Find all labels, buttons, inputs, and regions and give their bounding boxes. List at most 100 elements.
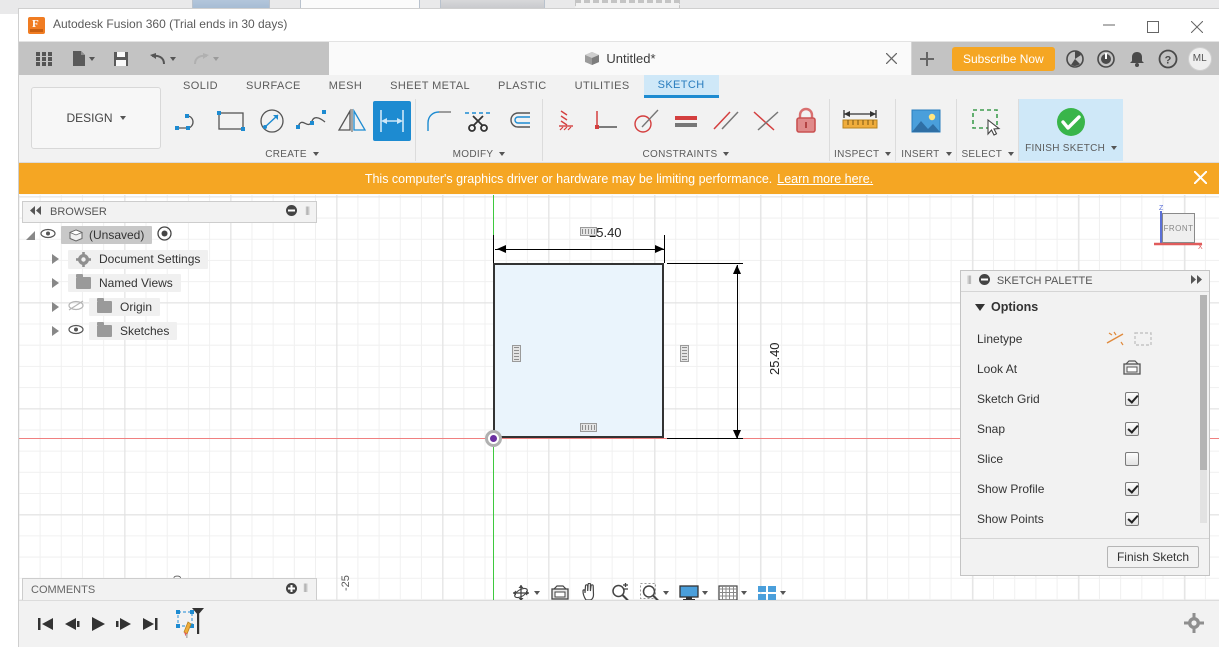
- close-button[interactable]: [1175, 9, 1219, 41]
- measure-tool-button[interactable]: [834, 101, 886, 141]
- panel-insert-label-row[interactable]: INSERT: [900, 147, 952, 161]
- timeline-go-to-end-button[interactable]: [137, 611, 163, 637]
- equal-constraint-button[interactable]: [667, 101, 705, 141]
- mirror-tool-button[interactable]: [333, 101, 371, 141]
- vertical-constraint-glyph[interactable]: [680, 345, 689, 362]
- coincident-constraint-button[interactable]: [587, 101, 625, 141]
- tree-node-sketches[interactable]: Sketches: [89, 322, 178, 340]
- panel-constraints-label-row[interactable]: CONSTRAINTS: [547, 147, 825, 161]
- minimize-button[interactable]: [1087, 9, 1131, 41]
- tab-utilities[interactable]: UTILITIES: [561, 76, 644, 96]
- document-tab-close-button[interactable]: [885, 51, 898, 69]
- circle-tool-button[interactable]: [253, 101, 291, 141]
- perpendicular-constraint-button[interactable]: [747, 101, 785, 141]
- browser-resize-handle[interactable]: ⦀: [305, 206, 310, 219]
- tree-row-document-settings[interactable]: Document Settings: [22, 247, 317, 271]
- panel-finish-sketch-label-row[interactable]: FINISH SKETCH: [1025, 141, 1118, 155]
- horizontal-vertical-constraint-button[interactable]: [547, 101, 585, 141]
- tab-mesh[interactable]: MESH: [315, 76, 376, 96]
- comments-resize-handle[interactable]: ⦀: [303, 583, 308, 596]
- finish-sketch-button[interactable]: FINISH SKETCH: [1019, 99, 1124, 161]
- look-at-icon[interactable]: [1123, 359, 1141, 376]
- vertical-constraint-glyph[interactable]: [512, 345, 521, 362]
- browser-collapse-icon[interactable]: [29, 206, 42, 218]
- undo-button[interactable]: [146, 46, 179, 72]
- parallel-constraint-button[interactable]: [707, 101, 745, 141]
- maximize-button[interactable]: [1131, 9, 1175, 41]
- options-section-header[interactable]: Options: [961, 300, 1209, 324]
- insert-image-button[interactable]: [900, 101, 952, 141]
- tangent-constraint-button[interactable]: [627, 101, 665, 141]
- palette-drag-handle[interactable]: ⦀: [967, 275, 972, 288]
- help-icon[interactable]: ?: [1157, 48, 1179, 70]
- option-show-profile[interactable]: Show Profile: [961, 474, 1209, 504]
- browser-minimize-icon[interactable]: [286, 205, 298, 219]
- job-status-icon[interactable]: [1095, 48, 1117, 70]
- fix-unfix-constraint-button[interactable]: [787, 101, 825, 141]
- tree-row-origin[interactable]: Origin: [22, 295, 317, 319]
- option-look-at[interactable]: Look At: [961, 354, 1209, 384]
- expand-arrow-icon[interactable]: [26, 230, 35, 240]
- visibility-eye-hidden-icon[interactable]: [68, 300, 84, 314]
- origin-point[interactable]: [485, 430, 502, 447]
- warning-close-button[interactable]: [1193, 170, 1208, 187]
- document-tab[interactable]: Untitled*: [329, 42, 912, 75]
- line-tool-button[interactable]: [173, 101, 211, 141]
- activate-component-icon[interactable]: [157, 226, 173, 244]
- panel-create-label-row[interactable]: CREATE: [173, 147, 411, 161]
- spline-tool-button[interactable]: [293, 101, 331, 141]
- timeline-step-back-button[interactable]: [59, 611, 85, 637]
- show-points-checkbox[interactable]: [1125, 512, 1139, 526]
- palette-scrollbar[interactable]: [1200, 295, 1207, 523]
- timeline-play-button[interactable]: [85, 611, 111, 637]
- palette-collapse-icon[interactable]: [1190, 275, 1203, 287]
- tree-node-document-settings[interactable]: Document Settings: [68, 249, 209, 269]
- option-sketch-grid[interactable]: Sketch Grid: [961, 384, 1209, 414]
- snap-checkbox[interactable]: [1125, 422, 1139, 436]
- tree-row-sketches[interactable]: Sketches: [22, 319, 317, 343]
- timeline-settings-button[interactable]: [1184, 613, 1204, 638]
- panel-select-label-row[interactable]: SELECT: [961, 147, 1015, 161]
- horizontal-constraint-glyph[interactable]: [580, 423, 597, 432]
- tab-solid[interactable]: SOLID: [169, 76, 232, 96]
- expand-arrow-icon[interactable]: [52, 254, 59, 264]
- horizontal-constraint-glyph[interactable]: [580, 227, 597, 236]
- expand-arrow-icon[interactable]: [52, 302, 59, 312]
- timeline-feature-sketch[interactable]: [175, 606, 209, 643]
- option-snap[interactable]: Snap: [961, 414, 1209, 444]
- tab-sheet-metal[interactable]: SHEET METAL: [376, 76, 484, 96]
- tree-node-unsaved[interactable]: (Unsaved): [61, 226, 153, 244]
- show-profile-checkbox[interactable]: [1125, 482, 1139, 496]
- option-show-points[interactable]: Show Points: [961, 504, 1209, 534]
- warning-learn-more-link[interactable]: Learn more here.: [777, 172, 873, 186]
- tree-node-named-views[interactable]: Named Views: [68, 274, 181, 292]
- construction-linetype-icon[interactable]: [1133, 330, 1153, 348]
- add-comment-icon[interactable]: [286, 582, 298, 597]
- file-menu-button[interactable]: [69, 46, 98, 72]
- sketch-grid-checkbox[interactable]: [1125, 392, 1139, 406]
- save-button[interactable]: [110, 46, 132, 72]
- palette-minimize-icon[interactable]: [978, 274, 990, 288]
- visibility-eye-icon[interactable]: [40, 228, 56, 242]
- option-linetype[interactable]: Linetype: [961, 324, 1209, 354]
- slice-checkbox[interactable]: [1125, 452, 1139, 466]
- rectangle-tool-button[interactable]: [213, 101, 251, 141]
- expand-arrow-icon[interactable]: [52, 278, 59, 288]
- extensions-icon[interactable]: [1064, 48, 1086, 70]
- timeline-step-forward-button[interactable]: [111, 611, 137, 637]
- visibility-eye-icon[interactable]: [68, 324, 84, 338]
- offset-tool-button[interactable]: [500, 101, 538, 141]
- tab-sketch[interactable]: SKETCH: [643, 74, 719, 98]
- redo-button[interactable]: [189, 46, 222, 72]
- comments-panel[interactable]: COMMENTS ⦀: [22, 578, 317, 601]
- sketch-canvas[interactable]: -50 -25 25.40 25.40 Z X: [19, 195, 1219, 609]
- notifications-bell-icon[interactable]: [1126, 48, 1148, 70]
- trim-tool-button[interactable]: [460, 101, 498, 141]
- tree-row-named-views[interactable]: Named Views: [22, 271, 317, 295]
- view-cube-face-label[interactable]: FRONT: [1162, 213, 1195, 243]
- timeline-go-to-beginning-button[interactable]: [33, 611, 59, 637]
- panel-modify-label-row[interactable]: MODIFY: [420, 147, 538, 161]
- panel-inspect-label-row[interactable]: INSPECT: [834, 147, 892, 161]
- workspace-switcher-button[interactable]: DESIGN: [31, 87, 161, 149]
- tree-row-unsaved[interactable]: (Unsaved): [22, 223, 317, 247]
